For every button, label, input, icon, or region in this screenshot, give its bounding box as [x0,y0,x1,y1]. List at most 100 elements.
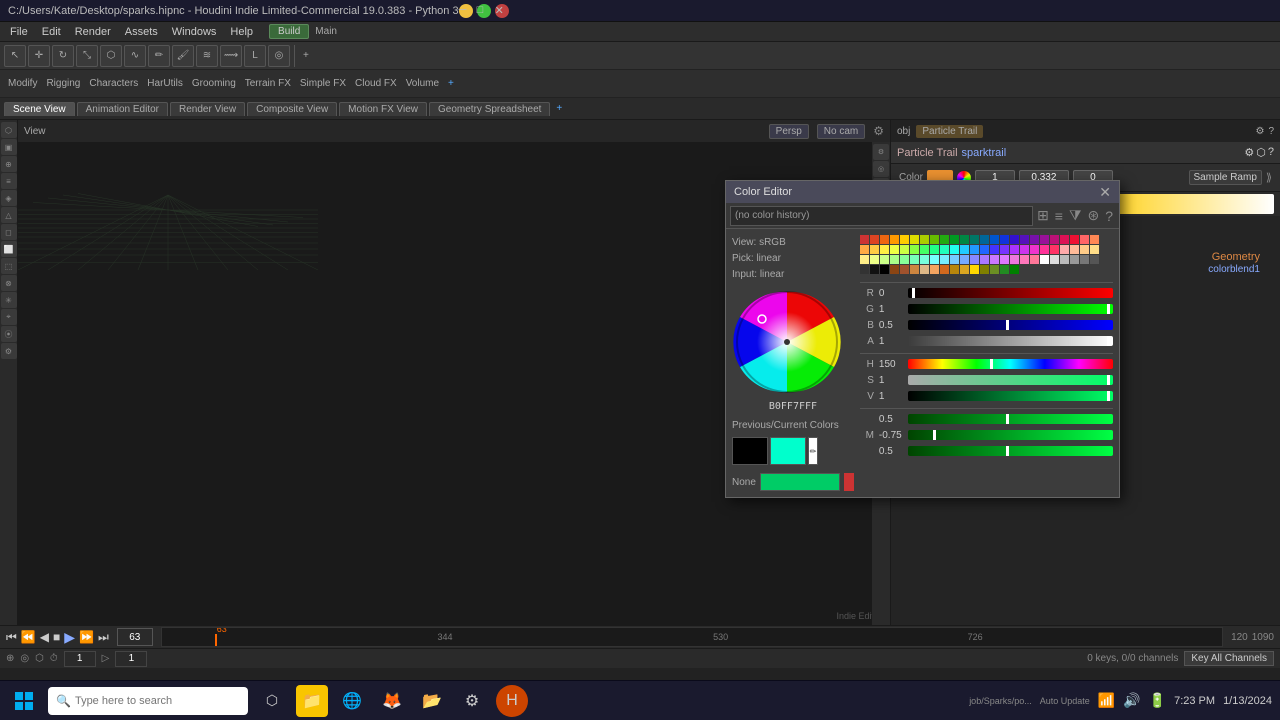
palette-cell[interactable] [1030,245,1039,254]
ltool-10[interactable]: ⊗ [1,275,17,291]
minimize-button[interactable]: ─ [459,4,473,18]
menu-assets[interactable]: Assets [119,24,164,40]
next-frame-btn[interactable]: ⏩ [79,630,94,644]
palette-cell[interactable] [990,245,999,254]
palette-cell[interactable] [1030,235,1039,244]
palette-cell[interactable] [1010,255,1019,264]
ltool-1[interactable]: ⬡ [1,122,17,138]
color-editor-close-button[interactable]: ✕ [1099,184,1111,201]
window-controls[interactable]: ─ □ ✕ [459,4,509,18]
maximize-button[interactable]: □ [477,4,491,18]
palette-cell[interactable] [920,265,929,274]
palette-cell[interactable] [910,235,919,244]
extra3-slider[interactable] [908,446,1113,456]
browser-icon[interactable]: 🦊 [376,685,408,717]
palette-cell[interactable] [1070,245,1079,254]
palette-cell[interactable] [930,255,939,264]
palette-cell[interactable] [980,265,989,274]
current-color-display[interactable] [760,473,840,491]
palette-cell[interactable] [940,235,949,244]
palette-cell[interactable] [1010,235,1019,244]
palette-cell[interactable] [1050,255,1059,264]
ltool-8[interactable]: ⬜ [1,241,17,257]
palette-cell[interactable] [870,255,879,264]
palette-cell[interactable] [890,235,899,244]
palette-cell[interactable] [880,255,889,264]
ltool-11[interactable]: ✳ [1,292,17,308]
play-back-btn[interactable]: ◀ [40,630,49,644]
palette-cell[interactable] [980,245,989,254]
palette-cell[interactable] [900,245,909,254]
swatch-previous[interactable] [732,437,768,465]
play-end-btn[interactable]: ⏭ [98,630,109,645]
palette-cell[interactable] [870,235,879,244]
palette-cell[interactable] [1040,235,1049,244]
color-expand-icon[interactable]: ⟫ [1266,171,1272,184]
search-bar[interactable]: 🔍 [48,687,248,715]
tab-render-view[interactable]: Render View [170,102,245,116]
palette-cell[interactable] [890,255,899,264]
ltool-4[interactable]: ≡ [1,173,17,189]
extra1-slider[interactable] [908,414,1113,424]
palette-cell[interactable] [890,245,899,254]
palette-cell[interactable] [870,265,879,274]
palette-cell[interactable] [920,235,929,244]
palette-cell[interactable] [1090,235,1099,244]
menu-help[interactable]: Help [224,24,259,40]
vrt-2[interactable]: ◎ [873,161,889,177]
h-slider[interactable] [908,359,1113,369]
palette-cell[interactable] [880,265,889,274]
palette-cell[interactable] [930,265,939,274]
palette-cell[interactable] [960,235,969,244]
ltool-9[interactable]: ⬚ [1,258,17,274]
ltool-6[interactable]: △ [1,207,17,223]
header-icon-2[interactable]: ? [1268,126,1274,137]
ltool-3[interactable]: ⊕ [1,156,17,172]
nh-icon-2[interactable]: ⬡ [1256,146,1266,159]
palette-cell[interactable] [970,245,979,254]
palette-cell[interactable] [900,265,909,274]
viewport-settings-icon[interactable]: ⚙ [873,124,884,138]
end-frame-input[interactable] [115,651,147,667]
header-icon-1[interactable]: ⚙ [1255,126,1264,137]
tool-move[interactable]: ✛ [28,45,50,67]
palette-cell[interactable] [950,255,959,264]
tool-metaball[interactable]: ◎ [268,45,290,67]
palette-cell[interactable] [950,235,959,244]
r-slider[interactable] [908,288,1113,298]
palette-cell[interactable] [960,255,969,264]
palette-cell[interactable] [890,265,899,274]
fc-icon2[interactable]: ◎ [20,653,29,664]
folder-icon[interactable]: 📂 [416,685,448,717]
palette-cell[interactable] [900,255,909,264]
fc-icon3[interactable]: ⬡ [35,653,44,664]
vrt-1[interactable]: ⚙ [873,144,889,160]
swatch-edit[interactable]: ✏ [808,437,818,465]
color-editor-dialog[interactable]: Color Editor ✕ (no color history) ⊞ ≡ ⧩ … [725,180,1120,498]
palette-cell[interactable] [1040,245,1049,254]
ltool-5[interactable]: ◈ [1,190,17,206]
menu-edit[interactable]: Edit [36,24,67,40]
palette-cell[interactable] [1050,245,1059,254]
palette-cell[interactable] [1020,235,1029,244]
play-fwd-btn[interactable]: ▶ [64,629,75,646]
palette-cell[interactable] [1090,245,1099,254]
palette-cell[interactable] [910,265,919,274]
palette-cell[interactable] [980,235,989,244]
palette-cell[interactable] [960,245,969,254]
tool-transform[interactable]: ⬡ [100,45,122,67]
palette-cell[interactable] [1010,265,1019,274]
tool-l-system[interactable]: L [244,45,266,67]
palette-cell[interactable] [1000,245,1009,254]
file-explorer-icon[interactable]: 📁 [296,685,328,717]
palette-cell[interactable] [920,255,929,264]
tool-spray[interactable]: ≋ [196,45,218,67]
palette-cell[interactable] [1010,245,1019,254]
tool-select[interactable]: ↖ [4,45,26,67]
add-label[interactable]: + [444,78,458,89]
tool-path[interactable]: ⟿ [220,45,242,67]
close-button[interactable]: ✕ [495,4,509,18]
palette-cell[interactable] [910,255,919,264]
ce-icon-grid[interactable]: ⊞ [1035,207,1051,224]
tool-scale[interactable]: ⤡ [76,45,98,67]
